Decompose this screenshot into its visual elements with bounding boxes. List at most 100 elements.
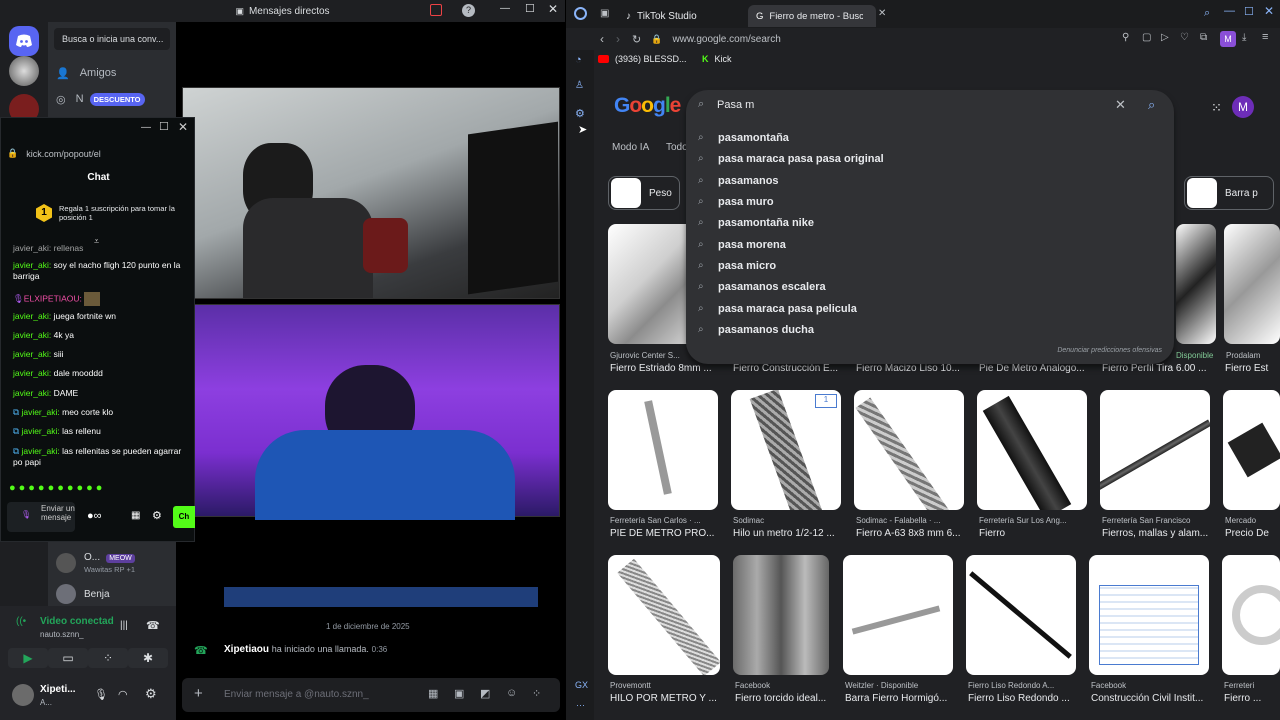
search-icon[interactable]: ⌕ — [1204, 7, 1210, 20]
image-result[interactable] — [966, 555, 1076, 675]
suggestion-item[interactable]: ⌕ pasamanos ducha — [698, 319, 814, 340]
friends-item[interactable]: 👤 Amigos — [56, 60, 116, 86]
activities-button[interactable]: ⁘ — [88, 648, 128, 668]
result-source[interactable]: Ferretería San Francisco — [1102, 516, 1212, 525]
image-result[interactable] — [1222, 555, 1280, 675]
suggestion-item[interactable]: ⌕ pasa maraca pasa pelicula — [698, 298, 857, 319]
account-avatar[interactable]: M — [1232, 96, 1254, 118]
result-title[interactable]: Pie De Metro Analogo... — [979, 363, 1091, 374]
result-source[interactable]: Ferretería Sur Los Ang... — [979, 516, 1089, 525]
bookmark-icon[interactable]: ⚲ — [1122, 32, 1129, 43]
minimize-icon[interactable]: — — [1224, 5, 1235, 17]
tab-modo-ia[interactable]: Modo IA — [612, 142, 649, 153]
result-title[interactable]: Fierro Estriado 8mm ... — [610, 363, 722, 374]
tab-google-search[interactable]: G Fierro de metro - Buscar — [748, 5, 876, 27]
gift-promo-text[interactable]: Regala 1 suscripción para tomar la posic… — [59, 204, 179, 222]
image-result[interactable] — [608, 390, 718, 510]
reload-icon[interactable]: ↻ — [632, 33, 641, 46]
disconnect-icon[interactable]: ☎ — [146, 619, 160, 632]
back-icon[interactable]: ‹ — [600, 32, 604, 46]
close-icon[interactable]: ✕ — [548, 2, 558, 16]
ai-icon[interactable]: ♙ — [575, 80, 584, 91]
settings-icon[interactable]: ⚙ — [575, 107, 585, 120]
screen-share-button[interactable]: ▭ — [48, 648, 88, 668]
clear-search-icon[interactable]: ✕ — [1115, 97, 1126, 113]
suggestion-item[interactable]: ⌕ pasa morena — [698, 234, 786, 255]
dm-item[interactable]: Benja — [56, 581, 110, 607]
chat-send-input[interactable]: 🎙 Enviar un mensaje — [7, 502, 75, 532]
noise-icon[interactable]: ||| — [120, 620, 128, 631]
maximize-icon[interactable]: ☐ — [159, 120, 169, 133]
dm-search-input[interactable]: Busca o inicia una conv... — [54, 28, 170, 50]
result-title[interactable]: Fierro Liso Redondo ... — [968, 693, 1080, 704]
gif-icon[interactable]: ▣ — [454, 687, 464, 700]
emote-picker-icon[interactable]: ●∞ — [87, 510, 102, 522]
help-icon[interactable]: ? — [462, 4, 475, 17]
heart-icon[interactable]: ♡ — [1180, 32, 1189, 43]
google-logo[interactable]: Google — [614, 94, 681, 118]
player-icon[interactable]: ▷ — [1161, 32, 1169, 43]
downloads-icon[interactable]: ⤓ — [1242, 32, 1246, 43]
result-source[interactable]: Facebook — [1091, 681, 1211, 690]
settings-icon[interactable]: ⚙ — [145, 686, 157, 702]
suggestion-item[interactable]: ⌕ pasa muro — [698, 191, 774, 212]
suggestion-item[interactable]: ⌕ pasamanos escalera — [698, 276, 826, 297]
result-title[interactable]: Fierro torcido ideal... — [735, 693, 835, 704]
apps-grid-icon[interactable]: ⁙ — [1211, 100, 1222, 116]
snapshot-icon[interactable]: ▢ — [1142, 32, 1151, 43]
image-result[interactable] — [1223, 390, 1280, 510]
image-result[interactable] — [608, 555, 720, 675]
close-icon[interactable]: ✕ — [1264, 4, 1274, 18]
minimize-icon[interactable]: — — [141, 122, 151, 133]
suggestion-item[interactable]: ⌕ pasamontaña nike — [698, 212, 814, 233]
store-icon[interactable]: ▦ — [131, 510, 140, 521]
gift-icon[interactable]: ▦ — [428, 687, 438, 700]
result-title[interactable]: HILO POR METRO Y ... — [610, 693, 722, 704]
result-source[interactable]: Facebook — [735, 681, 845, 690]
search-submit-icon[interactable]: ⌕ — [1148, 97, 1155, 113]
bookmark-youtube[interactable]: (3936) BLESSD... — [598, 54, 687, 64]
menu-icon[interactable]: ≡ — [1262, 31, 1268, 43]
result-source[interactable]: Ferretería San Carlos · ... — [610, 516, 720, 525]
image-result[interactable] — [1100, 390, 1210, 510]
result-title[interactable]: Fierro — [979, 528, 1091, 539]
result-title[interactable]: Fierro Perfil Tira 6.00 ... — [1102, 363, 1214, 374]
server-icon[interactable] — [9, 56, 39, 86]
result-source[interactable]: Ferreteri — [1224, 681, 1280, 690]
result-title[interactable]: Fierro A-63 8x8 mm 6... — [856, 528, 968, 539]
image-result[interactable] — [1224, 224, 1280, 344]
webcam-stream-1[interactable] — [182, 87, 560, 299]
image-result[interactable] — [843, 555, 953, 675]
kick-address-bar[interactable]: 🔒 kick.com/popout/el — [7, 148, 101, 159]
nitro-item[interactable]: ◎ N DESCUENTO — [56, 86, 145, 112]
message-input[interactable]: Enviar mensaje a @nauto.sznn_ — [224, 689, 369, 700]
user-avatar[interactable] — [12, 684, 34, 706]
result-title[interactable]: Construcción Civil Instit... — [1091, 693, 1216, 704]
maximize-icon[interactable]: ☐ — [1244, 5, 1254, 18]
soundboard-button[interactable]: ✱ — [128, 648, 168, 668]
forward-icon[interactable]: › — [616, 32, 620, 46]
more-icon[interactable]: ··· — [576, 700, 585, 710]
search-input[interactable]: Pasa m — [717, 99, 754, 111]
webcam-stream-3[interactable] — [224, 587, 538, 607]
result-title[interactable]: Fierro Construcción E... — [733, 363, 845, 374]
result-source[interactable]: Mercado — [1225, 516, 1280, 525]
image-result[interactable] — [1176, 224, 1216, 344]
result-title[interactable]: Fierro Est — [1225, 363, 1280, 374]
report-predictions-link[interactable]: Denunciar predicciones ofensivas — [1057, 347, 1162, 354]
tab-todo[interactable]: Todo — [666, 142, 688, 153]
webcam-stream-2[interactable] — [194, 304, 560, 520]
minimize-icon[interactable]: — — [500, 3, 510, 14]
result-source[interactable]: Provemontt — [610, 681, 720, 690]
settings-icon[interactable]: ⚙ — [152, 509, 162, 522]
image-result[interactable] — [1089, 555, 1209, 675]
message-input-box[interactable]: + Enviar mensaje a @nauto.sznn_ ▦ ▣ ◩ ☺ … — [182, 678, 560, 712]
result-source[interactable]: Disponible — [1176, 351, 1216, 360]
chip-peso[interactable]: Peso — [608, 176, 680, 210]
result-source[interactable]: Sodimac — [733, 516, 843, 525]
add-attachment-icon[interactable]: + — [194, 685, 203, 702]
microphone-icon[interactable]: 🎙 — [94, 688, 108, 701]
image-result[interactable] — [733, 555, 829, 675]
apps-icon[interactable]: ⁘ — [532, 687, 541, 700]
result-title[interactable]: Hilo un metro 1/2-12 ... — [733, 528, 845, 539]
